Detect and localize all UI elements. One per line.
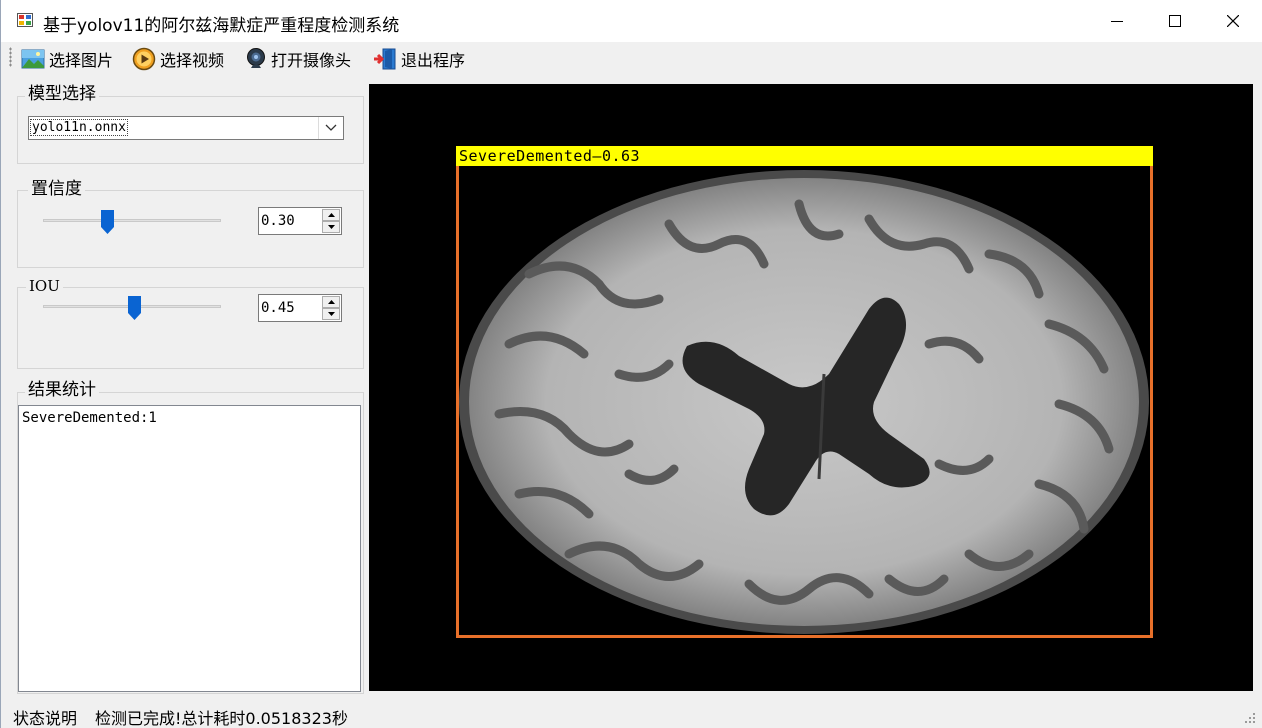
confidence-value: 0.30 [261, 213, 295, 229]
confidence-up-button[interactable] [322, 209, 340, 221]
status-label: 状态说明 [13, 709, 78, 728]
size-grip-icon[interactable] [1244, 712, 1256, 724]
iou-group-label: IOU [26, 276, 63, 296]
image-viewer: SevereDemented—0.63 [369, 84, 1253, 691]
iou-value: 0.45 [261, 300, 295, 316]
exit-door-icon [374, 48, 396, 70]
results-textbox[interactable]: SevereDemented:1 [18, 405, 361, 692]
select-video-label: 选择视频 [160, 51, 225, 70]
status-message: 检测已完成!总计耗时0.0518323秒 [95, 709, 348, 728]
window-title: 基于yolov11的阿尔兹海默症严重程度检测系统 [43, 16, 400, 36]
minimize-button[interactable] [1088, 0, 1146, 42]
triangle-up-icon [327, 300, 335, 304]
minimize-icon [1111, 21, 1123, 22]
app-window: 基于yolov11的阿尔兹海默症严重程度检测系统 选择图片 选择视频 打开摄像头… [0, 0, 1262, 728]
video-play-icon [132, 47, 156, 71]
open-camera-label: 打开摄像头 [271, 51, 352, 70]
app-icon [17, 13, 33, 27]
maximize-icon [1169, 15, 1181, 27]
model-select[interactable]: yolo11n.onnx [28, 116, 344, 140]
detection-label: SevereDemented—0.63 [456, 146, 1153, 166]
triangle-up-icon [327, 213, 335, 217]
webcam-icon [247, 48, 265, 68]
confidence-slider-track[interactable] [43, 219, 221, 222]
maximize-button[interactable] [1146, 0, 1204, 42]
chevron-down-icon [325, 124, 337, 131]
open-camera-button[interactable]: 打开摄像头 [245, 46, 351, 72]
picture-icon [21, 49, 45, 69]
results-text: SevereDemented:1 [22, 410, 157, 426]
model-select-arrow[interactable] [318, 117, 343, 139]
close-icon [1227, 15, 1239, 27]
select-image-button[interactable]: 选择图片 [21, 46, 113, 72]
detection-box [456, 146, 1153, 638]
iou-down-button[interactable] [322, 308, 340, 320]
iou-spinbox[interactable]: 0.45 [258, 294, 342, 322]
model-group-label: 模型选择 [25, 84, 99, 104]
confidence-slider-thumb[interactable] [100, 210, 114, 234]
confidence-spinbox[interactable]: 0.30 [258, 207, 342, 235]
exit-program-label: 退出程序 [401, 51, 466, 70]
model-select-value: yolo11n.onnx [30, 119, 128, 136]
iou-slider-thumb[interactable] [127, 296, 141, 320]
select-video-button[interactable]: 选择视频 [132, 46, 224, 72]
select-image-label: 选择图片 [49, 51, 114, 70]
confidence-group-label: 置信度 [28, 179, 85, 199]
triangle-down-icon [327, 312, 335, 316]
close-button[interactable] [1204, 0, 1262, 42]
iou-up-button[interactable] [322, 296, 340, 308]
exit-program-button[interactable]: 退出程序 [373, 46, 465, 72]
triangle-down-icon [327, 225, 335, 229]
confidence-down-button[interactable] [322, 221, 340, 233]
results-group-label: 结果统计 [25, 380, 99, 400]
toolbar-grip[interactable] [9, 47, 12, 67]
